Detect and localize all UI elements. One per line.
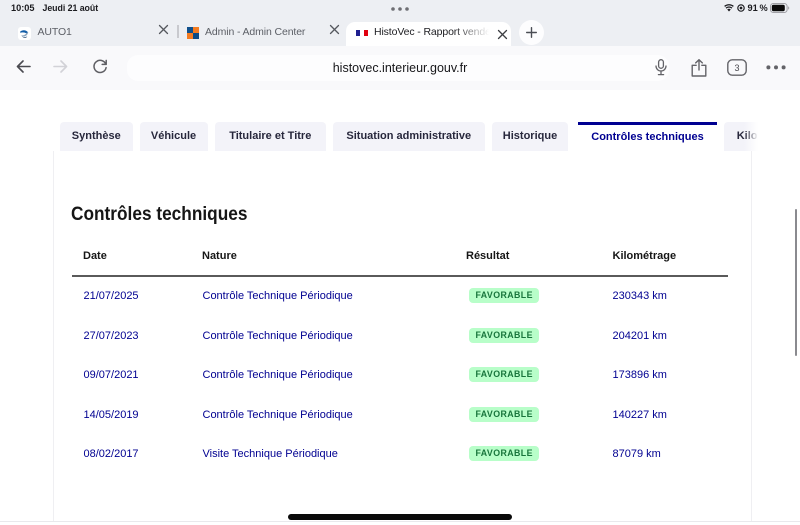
svg-text:3: 3 bbox=[734, 63, 739, 73]
